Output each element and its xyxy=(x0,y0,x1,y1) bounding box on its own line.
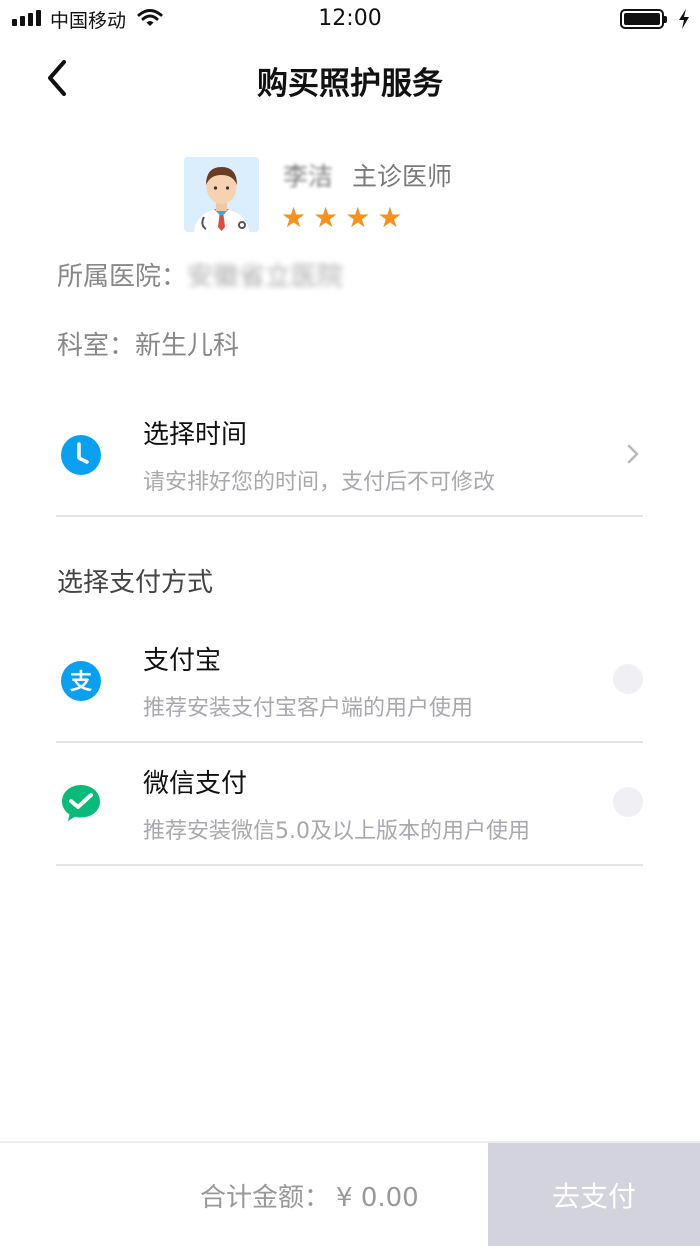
svg-text:支: 支 xyxy=(70,670,93,695)
select-time-title: 选择时间 xyxy=(143,420,248,450)
rating-stars: ★ ★ ★ ★ xyxy=(281,203,402,233)
clock-time: 12:00 xyxy=(318,6,382,31)
doctor-name: 李洁 xyxy=(283,162,334,191)
status-bar: 中国移动 12:00 xyxy=(0,0,700,40)
alipay-description: 推荐安装支付宝客户端的用户使用 xyxy=(143,696,474,721)
doctor-title: 主诊医师 xyxy=(352,162,453,191)
department-value: 新生儿科 xyxy=(135,331,240,361)
hospital-value: 安徽省立医院 xyxy=(187,262,344,292)
charging-icon xyxy=(679,9,689,29)
payment-option-wechat[interactable]: 微信支付 推荐安装微信5.0及以上版本的用户使用 xyxy=(56,741,643,866)
doctor-avatar xyxy=(184,157,259,232)
clock-icon xyxy=(61,435,101,475)
alipay-title: 支付宝 xyxy=(143,646,222,676)
select-time-subtitle: 请安排好您的时间，支付后不可修改 xyxy=(143,470,496,495)
page-title: 购买照护服务 xyxy=(257,66,443,102)
department-label: 科室： xyxy=(57,331,136,361)
chevron-right-icon xyxy=(627,444,639,464)
alipay-icon: 支 xyxy=(61,661,101,701)
total-value: ¥ 0.00 xyxy=(336,1183,419,1213)
hospital-info: 所属医院：安徽省立医院 xyxy=(57,256,343,293)
total-amount: 合计金额： ¥ 0.00 xyxy=(200,1177,419,1214)
nav-bar: 购买照护服务 xyxy=(0,40,700,120)
star-icon: ★ xyxy=(313,201,339,234)
department-info: 科室：新生儿科 xyxy=(57,325,239,362)
star-icon: ★ xyxy=(345,201,371,234)
wechat-pay-icon xyxy=(62,785,100,821)
alipay-radio[interactable] xyxy=(613,664,643,694)
wechat-pay-radio[interactable] xyxy=(613,787,643,817)
payment-section-title: 选择支付方式 xyxy=(57,568,214,598)
pay-button[interactable]: 去支付 xyxy=(488,1143,700,1246)
select-time-row[interactable]: 选择时间 请安排好您的时间，支付后不可修改 xyxy=(56,392,643,517)
wechat-pay-title: 微信支付 xyxy=(143,769,248,799)
payment-option-alipay[interactable]: 支 支付宝 推荐安装支付宝客户端的用户使用 xyxy=(56,618,643,743)
star-icon: ★ xyxy=(281,201,307,234)
total-label: 合计金额： xyxy=(200,1183,331,1213)
battery-icon xyxy=(620,9,667,29)
star-icon: ★ xyxy=(377,201,403,234)
wechat-pay-description: 推荐安装微信5.0及以上版本的用户使用 xyxy=(143,819,530,844)
checkout-bar: 合计金额： ¥ 0.00 去支付 xyxy=(0,1141,700,1246)
hospital-label: 所属医院： xyxy=(57,262,188,292)
